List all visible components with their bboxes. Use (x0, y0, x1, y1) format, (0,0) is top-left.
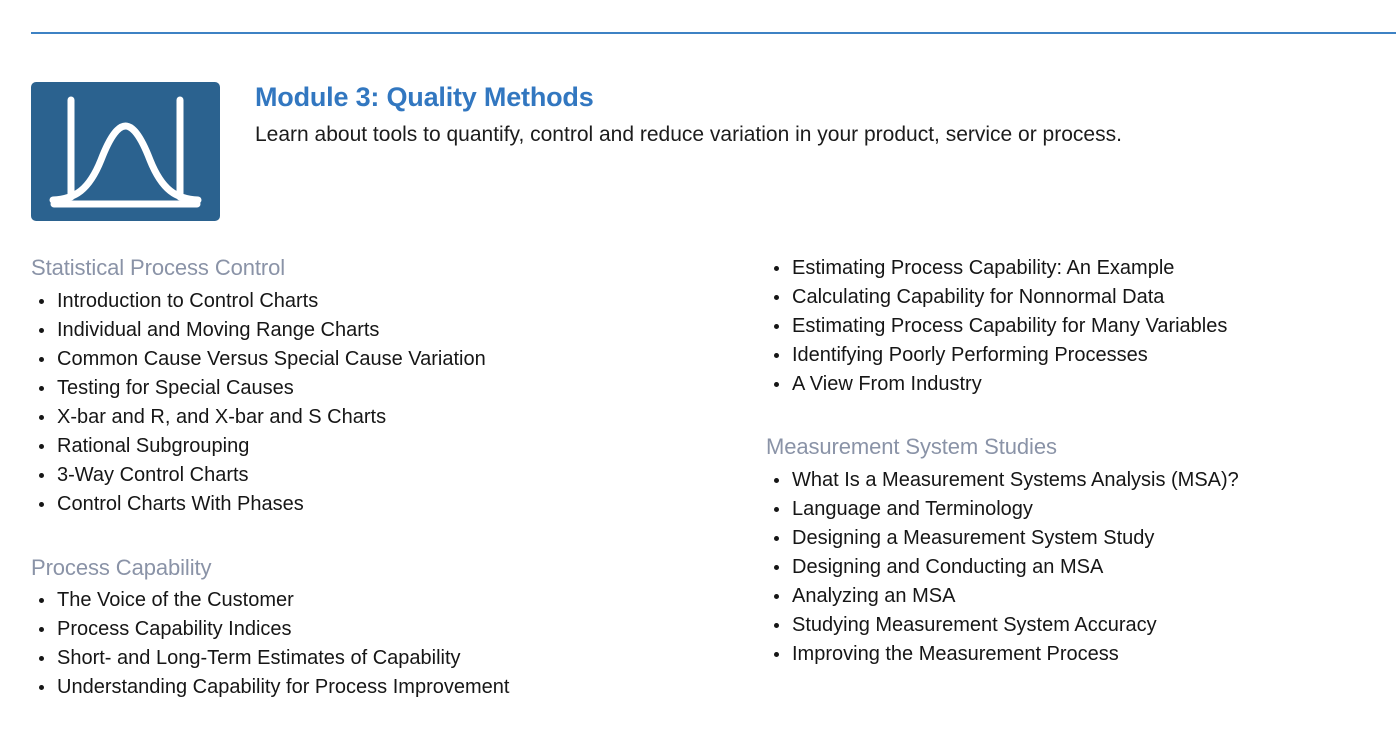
list-item-label: Studying Measurement System Accuracy (792, 613, 1157, 636)
list-item[interactable]: What Is a Measurement Systems Analysis (… (766, 466, 1386, 495)
list-item-label: Testing for Special Causes (57, 376, 294, 399)
bullet-icon (774, 651, 779, 657)
bullet-icon (774, 382, 779, 387)
section-measurement-system-studies: Measurement System Studies What Is a Mea… (766, 433, 1386, 669)
list-item-label: Analyzing an MSA (792, 584, 956, 607)
list-item-label: Common Cause Versus Special Cause Variat… (57, 347, 486, 370)
left-column: Statistical Process Control Introduction… (31, 254, 731, 702)
module-header-text: Module 3: Quality Methods Learn about to… (255, 82, 1371, 151)
list-item[interactable]: Process Capability Indices (31, 615, 731, 644)
section-heading: Measurement System Studies (766, 434, 1057, 459)
list-item-label: Individual and Moving Range Charts (57, 318, 380, 341)
list-item-label: Identifying Poorly Performing Processes (792, 344, 1148, 366)
list-item-label: A View From Industry (792, 373, 982, 395)
list-item[interactable]: Testing for Special Causes (31, 374, 731, 403)
bullet-icon (39, 656, 44, 661)
bullet-icon (774, 266, 779, 271)
list-item[interactable]: Designing and Conducting an MSA (766, 553, 1386, 582)
list-item[interactable]: The Voice of the Customer (31, 586, 731, 615)
section-heading: Statistical Process Control (31, 255, 286, 280)
list-item-label: Introduction to Control Charts (57, 289, 319, 312)
list-item[interactable]: Individual and Moving Range Charts (31, 316, 731, 345)
list-item[interactable]: X-bar and R, and X-bar and S Charts (31, 403, 731, 432)
list-item-label: Short- and Long-Term Estimates of Capabi… (57, 647, 461, 669)
list-item-label: Calculating Capability for Nonnormal Dat… (792, 286, 1165, 308)
list-item[interactable]: Identifying Poorly Performing Processes (766, 341, 1386, 370)
list-item[interactable]: Understanding Capability for Process Imp… (31, 673, 731, 702)
section-process-capability-continued: Estimating Process Capability: An Exampl… (766, 254, 1386, 399)
list-item[interactable]: Common Cause Versus Special Cause Variat… (31, 345, 731, 374)
list-item[interactable]: Control Charts With Phases (31, 490, 731, 519)
bullet-icon (39, 685, 44, 690)
list-item-label: Rational Subgrouping (57, 434, 250, 457)
list-item-label: What Is a Measurement Systems Analysis (… (792, 468, 1239, 491)
list-item[interactable]: Introduction to Control Charts (31, 287, 731, 316)
list-item[interactable]: Calculating Capability for Nonnormal Dat… (766, 283, 1386, 312)
normal-distribution-curve-icon (31, 82, 220, 221)
bullet-icon (774, 477, 779, 483)
bullet-icon (39, 385, 44, 391)
bullet-icon (39, 356, 44, 362)
list-item[interactable]: Analyzing an MSA (766, 582, 1386, 611)
list-item[interactable]: Estimating Process Capability: An Exampl… (766, 254, 1386, 283)
list-item-label: Estimating Process Capability for Many V… (792, 315, 1228, 337)
list-item-label: Designing a Measurement System Study (792, 526, 1155, 549)
bullet-icon (39, 598, 44, 603)
section-heading: Process Capability (31, 554, 212, 580)
list-item[interactable]: Short- and Long-Term Estimates of Capabi… (31, 644, 731, 673)
bullet-icon (39, 298, 44, 304)
list-item-label: Designing and Conducting an MSA (792, 555, 1104, 578)
module-header: Module 3: Quality Methods Learn about to… (31, 82, 1371, 221)
bullet-icon (774, 593, 779, 599)
bullet-icon (39, 627, 44, 632)
bullet-icon (774, 622, 779, 628)
list-item-label: Process Capability Indices (57, 618, 292, 640)
list-item[interactable]: A View From Industry (766, 370, 1386, 399)
list-item-label: 3-Way Control Charts (57, 463, 249, 486)
bullet-icon (39, 443, 44, 449)
list-item-label: Language and Terminology (792, 497, 1033, 520)
page-title: Module 3: Quality Methods (255, 82, 594, 112)
topic-list: Estimating Process Capability: An Exampl… (766, 254, 1386, 399)
list-item-label: Estimating Process Capability: An Exampl… (792, 257, 1175, 279)
topic-list: The Voice of the Customer Process Capabi… (31, 586, 731, 702)
bullet-icon (39, 472, 44, 478)
list-item[interactable]: Estimating Process Capability for Many V… (766, 312, 1386, 341)
list-item-label: The Voice of the Customer (57, 589, 294, 611)
list-item-label: Improving the Measurement Process (792, 642, 1119, 665)
list-item-label: X-bar and R, and X-bar and S Charts (57, 405, 387, 428)
section-process-capability: Process Capability The Voice of the Cust… (31, 554, 731, 703)
bullet-icon (774, 295, 779, 300)
module-page: Module 3: Quality Methods Learn about to… (0, 0, 1396, 740)
list-item-label: Understanding Capability for Process Imp… (57, 676, 510, 698)
bullet-icon (774, 353, 779, 358)
list-item[interactable]: Studying Measurement System Accuracy (766, 611, 1386, 640)
bullet-icon (39, 501, 44, 507)
list-item[interactable]: Designing a Measurement System Study (766, 524, 1386, 553)
list-item[interactable]: Language and Terminology (766, 495, 1386, 524)
bullet-icon (39, 327, 44, 333)
right-column: Estimating Process Capability: An Exampl… (766, 254, 1386, 669)
bullet-icon (774, 564, 779, 570)
bullet-icon (39, 414, 44, 420)
bullet-icon (774, 324, 779, 329)
topic-list: What Is a Measurement Systems Analysis (… (766, 466, 1386, 669)
bullet-icon (774, 535, 779, 541)
bullet-icon (774, 506, 779, 512)
list-item[interactable]: Rational Subgrouping (31, 432, 731, 461)
list-item-label: Control Charts With Phases (57, 492, 304, 515)
list-item[interactable]: 3-Way Control Charts (31, 461, 731, 490)
module-subtitle: Learn about tools to quantify, control a… (255, 123, 1122, 147)
section-statistical-process-control: Statistical Process Control Introduction… (31, 254, 731, 519)
list-item[interactable]: Improving the Measurement Process (766, 640, 1386, 669)
header-divider-rule (31, 32, 1396, 34)
topic-list: Introduction to Control Charts Individua… (31, 287, 731, 519)
